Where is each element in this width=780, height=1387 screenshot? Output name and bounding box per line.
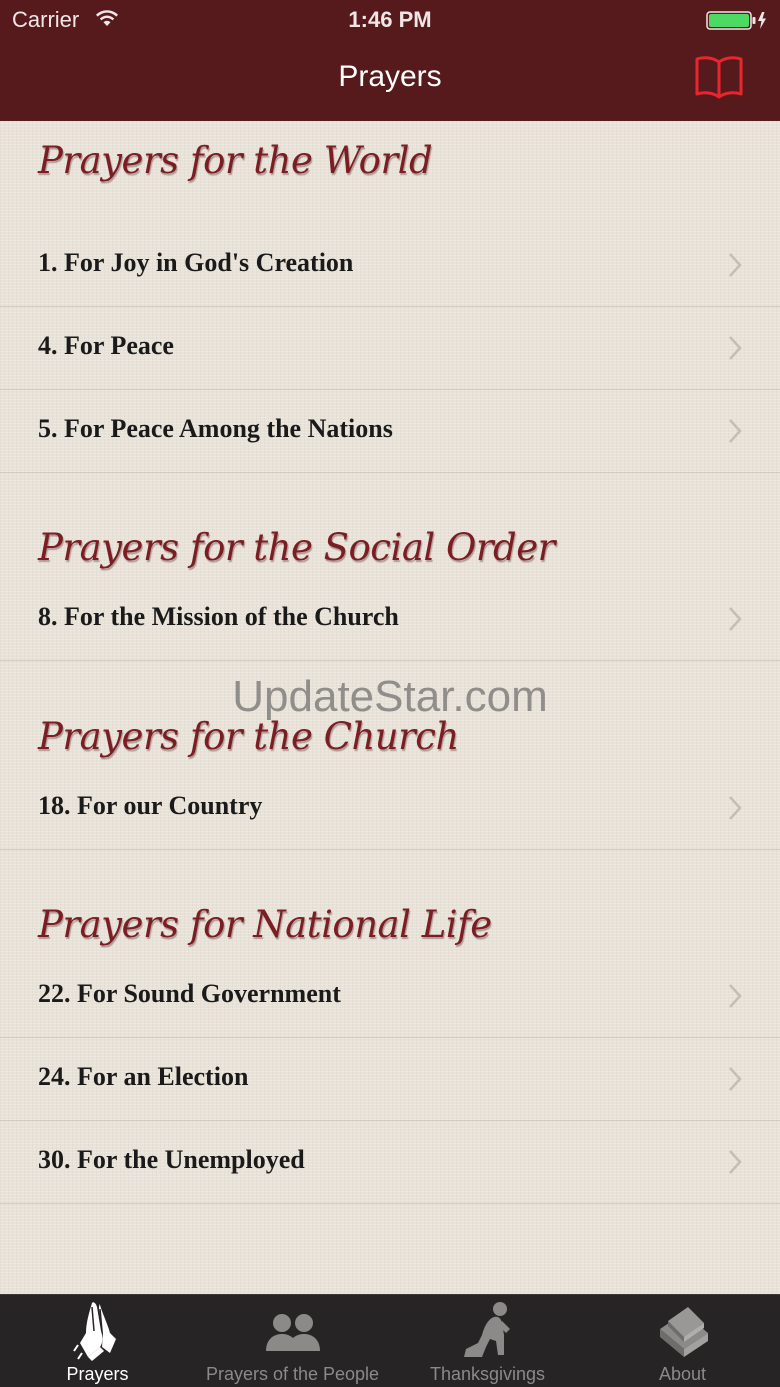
tab-label: About — [658, 1364, 707, 1384]
list-item-label: 24. For an Election — [38, 1062, 249, 1091]
kneeling-figure-icon — [463, 1302, 510, 1357]
book-stack-icon — [659, 1307, 708, 1357]
tab-label: Prayers — [66, 1364, 129, 1384]
list-item-label: 1. For Joy in God's Creation — [38, 248, 354, 277]
page-title: Prayers — [338, 60, 442, 93]
list-item-label: 8. For the Mission of the Church — [38, 602, 399, 631]
chevron-right-icon — [729, 336, 742, 360]
chevron-right-icon — [729, 607, 742, 631]
tab-thanksgivings[interactable]: Thanksgivings — [390, 1295, 585, 1387]
tab-about[interactable]: About — [585, 1295, 780, 1387]
status-time: 1:46 PM — [348, 7, 432, 32]
tab-prayers-of-the-people[interactable]: Prayers of the People — [195, 1295, 390, 1387]
status-bar: Carrier 1:46 PM — [0, 0, 780, 40]
list-item[interactable]: 8. For the Mission of the Church — [0, 578, 780, 661]
chevron-right-icon — [729, 253, 742, 277]
tab-label: Thanksgivings — [429, 1364, 546, 1384]
list-item[interactable]: 22. For Sound Government — [0, 955, 780, 1038]
people-icon — [265, 1314, 320, 1351]
chevron-right-icon — [729, 419, 742, 443]
section-header-world: Prayers for the World — [38, 139, 433, 182]
list-item[interactable]: 4. For Peace — [0, 307, 780, 390]
chevron-right-icon — [729, 1150, 742, 1174]
tab-bar: Prayers Prayers of the People Thanksgivi… — [0, 1294, 780, 1387]
praying-hands-icon — [72, 1302, 116, 1361]
chevron-right-icon — [729, 796, 742, 820]
list-item-label: 18. For our Country — [38, 791, 263, 820]
book-icon[interactable] — [694, 54, 744, 100]
navigation-bar: Carrier 1:46 PM Prayers — [0, 0, 780, 121]
list-item[interactable]: 5. For Peace Among the Nations — [0, 390, 780, 473]
section-header-national-life: Prayers for National Life — [38, 903, 492, 946]
list-item[interactable]: 18. For our Country — [0, 767, 780, 850]
list-item[interactable]: 24. For an Election — [0, 1038, 780, 1121]
list-item-label: 22. For Sound Government — [38, 979, 341, 1008]
battery-icon — [706, 11, 766, 30]
list-item-label: 30. For the Unemployed — [38, 1145, 305, 1174]
tab-label: Prayers of the People — [205, 1364, 380, 1384]
chevron-right-icon — [729, 1067, 742, 1091]
list-item[interactable]: 30. For the Unemployed — [0, 1121, 780, 1204]
list-item-label: 5. For Peace Among the Nations — [38, 414, 393, 443]
chevron-right-icon — [729, 984, 742, 1008]
section-header-social-order: Prayers for the Social Order — [38, 526, 555, 569]
watermark: UpdateStar.com — [232, 672, 548, 721]
tab-prayers[interactable]: Prayers — [0, 1295, 195, 1387]
list-item-label: 4. For Peace — [38, 331, 174, 360]
list-item[interactable]: 1. For Joy in God's Creation — [0, 224, 780, 307]
